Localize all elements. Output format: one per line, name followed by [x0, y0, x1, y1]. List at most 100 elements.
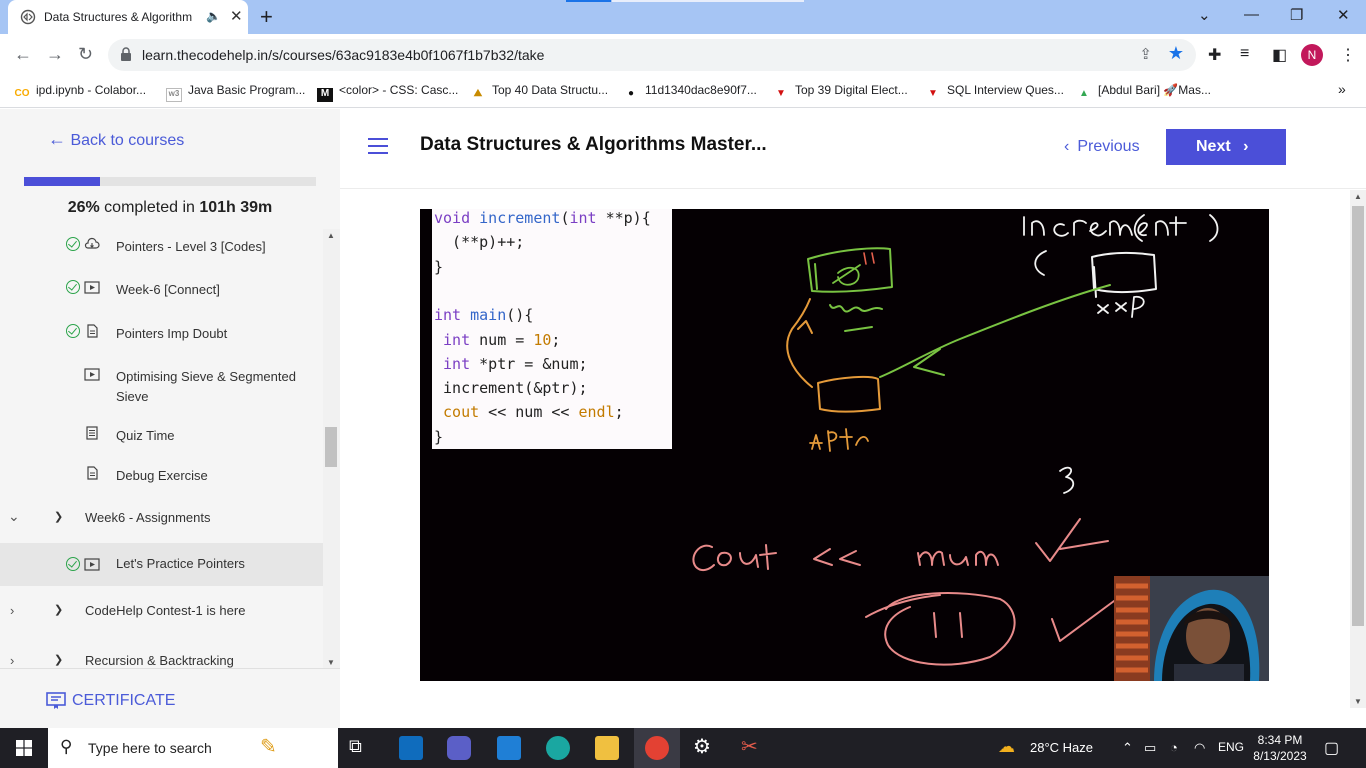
taskbar-search-box[interactable]: ⚲ Type here to search ✎	[48, 728, 338, 768]
bookmark-item[interactable]: w3 Java Basic Program...	[166, 83, 305, 102]
section-recursion-backtracking[interactable]: › ❯ Recursion & Backtracking	[0, 653, 323, 669]
list-item[interactable]: Pointers - Level 3 [Codes]	[0, 237, 323, 267]
snipping-tool-icon[interactable]: ✂	[741, 734, 765, 758]
list-item[interactable]: Optimising Sieve & Segmented Sieve	[0, 367, 323, 411]
list-item[interactable]: Week-6 [Connect]	[0, 280, 323, 310]
instructor-video-frame	[1114, 576, 1269, 681]
completed-check-icon	[66, 280, 80, 294]
back-to-courses-link[interactable]: ← Back to courses	[48, 129, 184, 150]
page-scroll-thumb[interactable]	[1352, 206, 1364, 626]
bookmarks-bar: CO ipd.ipynb - Colabor... w3 Java Basic Pr…	[0, 76, 1366, 108]
sidebar-scroll-thumb[interactable]	[325, 427, 337, 467]
bookmark-star-icon[interactable]: ★	[1168, 43, 1184, 64]
chrome-active-app[interactable]	[634, 728, 680, 768]
browser-tab[interactable]: Data Structures & Algorithm 🔈 ✕	[8, 0, 248, 34]
forward-arrow-icon[interactable]: →	[46, 44, 64, 65]
colab-icon: CO	[14, 88, 30, 99]
chevron-left-icon: ‹	[1064, 138, 1070, 155]
mail-icon[interactable]	[497, 736, 521, 760]
next-button[interactable]: Next ›	[1166, 129, 1286, 165]
chevron-right-icon[interactable]: ›	[10, 603, 14, 618]
weather-text[interactable]: 28°C Haze	[1030, 740, 1093, 755]
scroll-down-icon[interactable]: ▼	[327, 658, 335, 667]
tab-close-icon[interactable]: ✕	[230, 7, 243, 25]
reload-icon[interactable]: ↻	[78, 44, 93, 65]
chevron-right-icon: ›	[1243, 138, 1249, 155]
list-item[interactable]: Pointers Imp Doubt	[0, 324, 323, 354]
scroll-down-icon[interactable]: ▼	[1354, 697, 1362, 706]
browser-tab-strip: Data Structures & Algorithm 🔈 ✕ + ⌄ — ❐ …	[0, 0, 1366, 34]
tray-chevron-up-icon[interactable]: ⌃	[1122, 740, 1133, 756]
new-tab-icon[interactable]: +	[260, 4, 273, 30]
tab-loading-indicator	[566, 0, 611, 2]
windows-taskbar: ⚲ Type here to search ✎ ⧉ ⚙ ✂ ☁ 28°C Haz…	[0, 728, 1366, 768]
bookmark-item[interactable]: ▼ Top 39 Digital Elect...	[773, 83, 908, 102]
notification-icon[interactable]: ▢	[1324, 738, 1339, 758]
bookmark-item[interactable]: ● 11d1340dac8e90f7...	[623, 83, 757, 102]
section-codehelp-contest[interactable]: › ❯ CodeHelp Contest-1 is here	[0, 603, 323, 633]
certificate-link[interactable]: CERTIFICATE	[0, 668, 340, 728]
tab-search-chevron-icon[interactable]: ⌄	[1198, 6, 1211, 24]
address-bar[interactable]: learn.thecodehelp.in/s/courses/63ac9183e…	[108, 39, 1196, 71]
wifi-icon[interactable]: ◠	[1194, 740, 1205, 756]
chevron-right-icon[interactable]: ›	[10, 653, 14, 668]
minimize-icon[interactable]: —	[1244, 6, 1259, 23]
maximize-icon[interactable]: ❐	[1290, 6, 1303, 24]
extensions-icon[interactable]: ✚	[1208, 45, 1221, 65]
section-week6-assignments[interactable]: ⌄ ❯ Week6 - Assignments	[0, 508, 323, 540]
profile-avatar[interactable]: N	[1301, 44, 1323, 66]
active-lecture-item[interactable]: Let's Practice Pointers	[0, 543, 323, 586]
tab-progress-track	[612, 0, 804, 2]
bookmark-item[interactable]: M <color> - CSS: Casc...	[317, 83, 458, 102]
chevron-down-icon[interactable]: ⌄	[8, 508, 20, 525]
browser-toolbar: ← → ↻ learn.thecodehelp.in/s/courses/63a…	[0, 34, 1366, 76]
list-item[interactable]: Debug Exercise	[0, 466, 323, 496]
taskbar-clock[interactable]: 8:34 PM 8/13/2023	[1250, 732, 1310, 764]
previous-button[interactable]: ‹ Previous	[1064, 138, 1140, 156]
bookmark-item[interactable]: ▲ [Abdul Bari] 🚀Mas...	[1076, 83, 1211, 102]
back-arrow-icon[interactable]: ←	[14, 44, 32, 65]
page-scrollbar[interactable]: ▲ ▼	[1350, 190, 1366, 708]
course-sidebar: ← Back to courses 26% completed in 101h …	[0, 109, 340, 728]
bookmarks-overflow-icon[interactable]: »	[1338, 81, 1346, 97]
list-item[interactable]: Quiz Time	[0, 426, 323, 456]
section-marker-icon: ❯	[54, 604, 64, 616]
ds-site-icon: ⛰	[473, 88, 483, 99]
google-drive-icon: ▲	[1079, 88, 1089, 99]
file-explorer-icon[interactable]	[595, 736, 619, 760]
language-indicator[interactable]: ENG	[1218, 740, 1244, 754]
bookmark-item[interactable]: CO ipd.ipynb - Colabor...	[14, 83, 147, 102]
battery-icon[interactable]: ▭	[1144, 740, 1156, 756]
window-close-icon[interactable]: ✕	[1337, 6, 1350, 24]
media-control-icon[interactable]: ≡	[1240, 45, 1249, 63]
document-icon	[87, 324, 98, 338]
bookmark-item[interactable]: ⛰ Top 40 Data Structu...	[470, 83, 608, 102]
task-view-icon[interactable]: ⧉	[349, 736, 373, 760]
interviewbit-icon: ▼	[776, 88, 786, 99]
scroll-up-icon[interactable]: ▲	[327, 231, 335, 240]
completed-check-icon	[66, 324, 80, 338]
edge-icon[interactable]	[546, 736, 570, 760]
video-icon	[84, 281, 100, 294]
tab-audio-icon[interactable]: 🔈	[206, 9, 221, 23]
weather-icon[interactable]: ☁	[998, 737, 1015, 757]
microsoft-store-icon[interactable]	[399, 736, 423, 760]
windows-start-icon[interactable]	[16, 740, 32, 756]
settings-gear-icon[interactable]: ⚙	[693, 734, 717, 758]
menu-kebab-icon[interactable]: ⋮	[1340, 45, 1356, 65]
side-panel-icon[interactable]: ◧	[1272, 45, 1287, 65]
bookmark-item[interactable]: ▼ SQL Interview Ques...	[925, 83, 1064, 102]
video-player[interactable]: void increment(int **p){ (**p)++;} int ma…	[420, 209, 1269, 681]
meet-now-icon[interactable]: ◔	[1170, 740, 1178, 755]
section-marker-icon: ❯	[54, 511, 64, 523]
chrome-icon	[645, 736, 669, 760]
share-icon[interactable]: ⇪	[1139, 45, 1152, 63]
instructor-webcam	[1114, 576, 1269, 681]
interviewbit-icon: ▼	[928, 88, 938, 99]
teams-icon[interactable]	[447, 736, 471, 760]
hamburger-menu-icon[interactable]	[368, 138, 388, 154]
scroll-up-icon[interactable]: ▲	[1354, 192, 1362, 201]
course-title: Data Structures & Algorithms Master...	[420, 134, 767, 155]
search-icon: ⚲	[60, 737, 73, 756]
mdn-icon: M	[317, 88, 333, 102]
